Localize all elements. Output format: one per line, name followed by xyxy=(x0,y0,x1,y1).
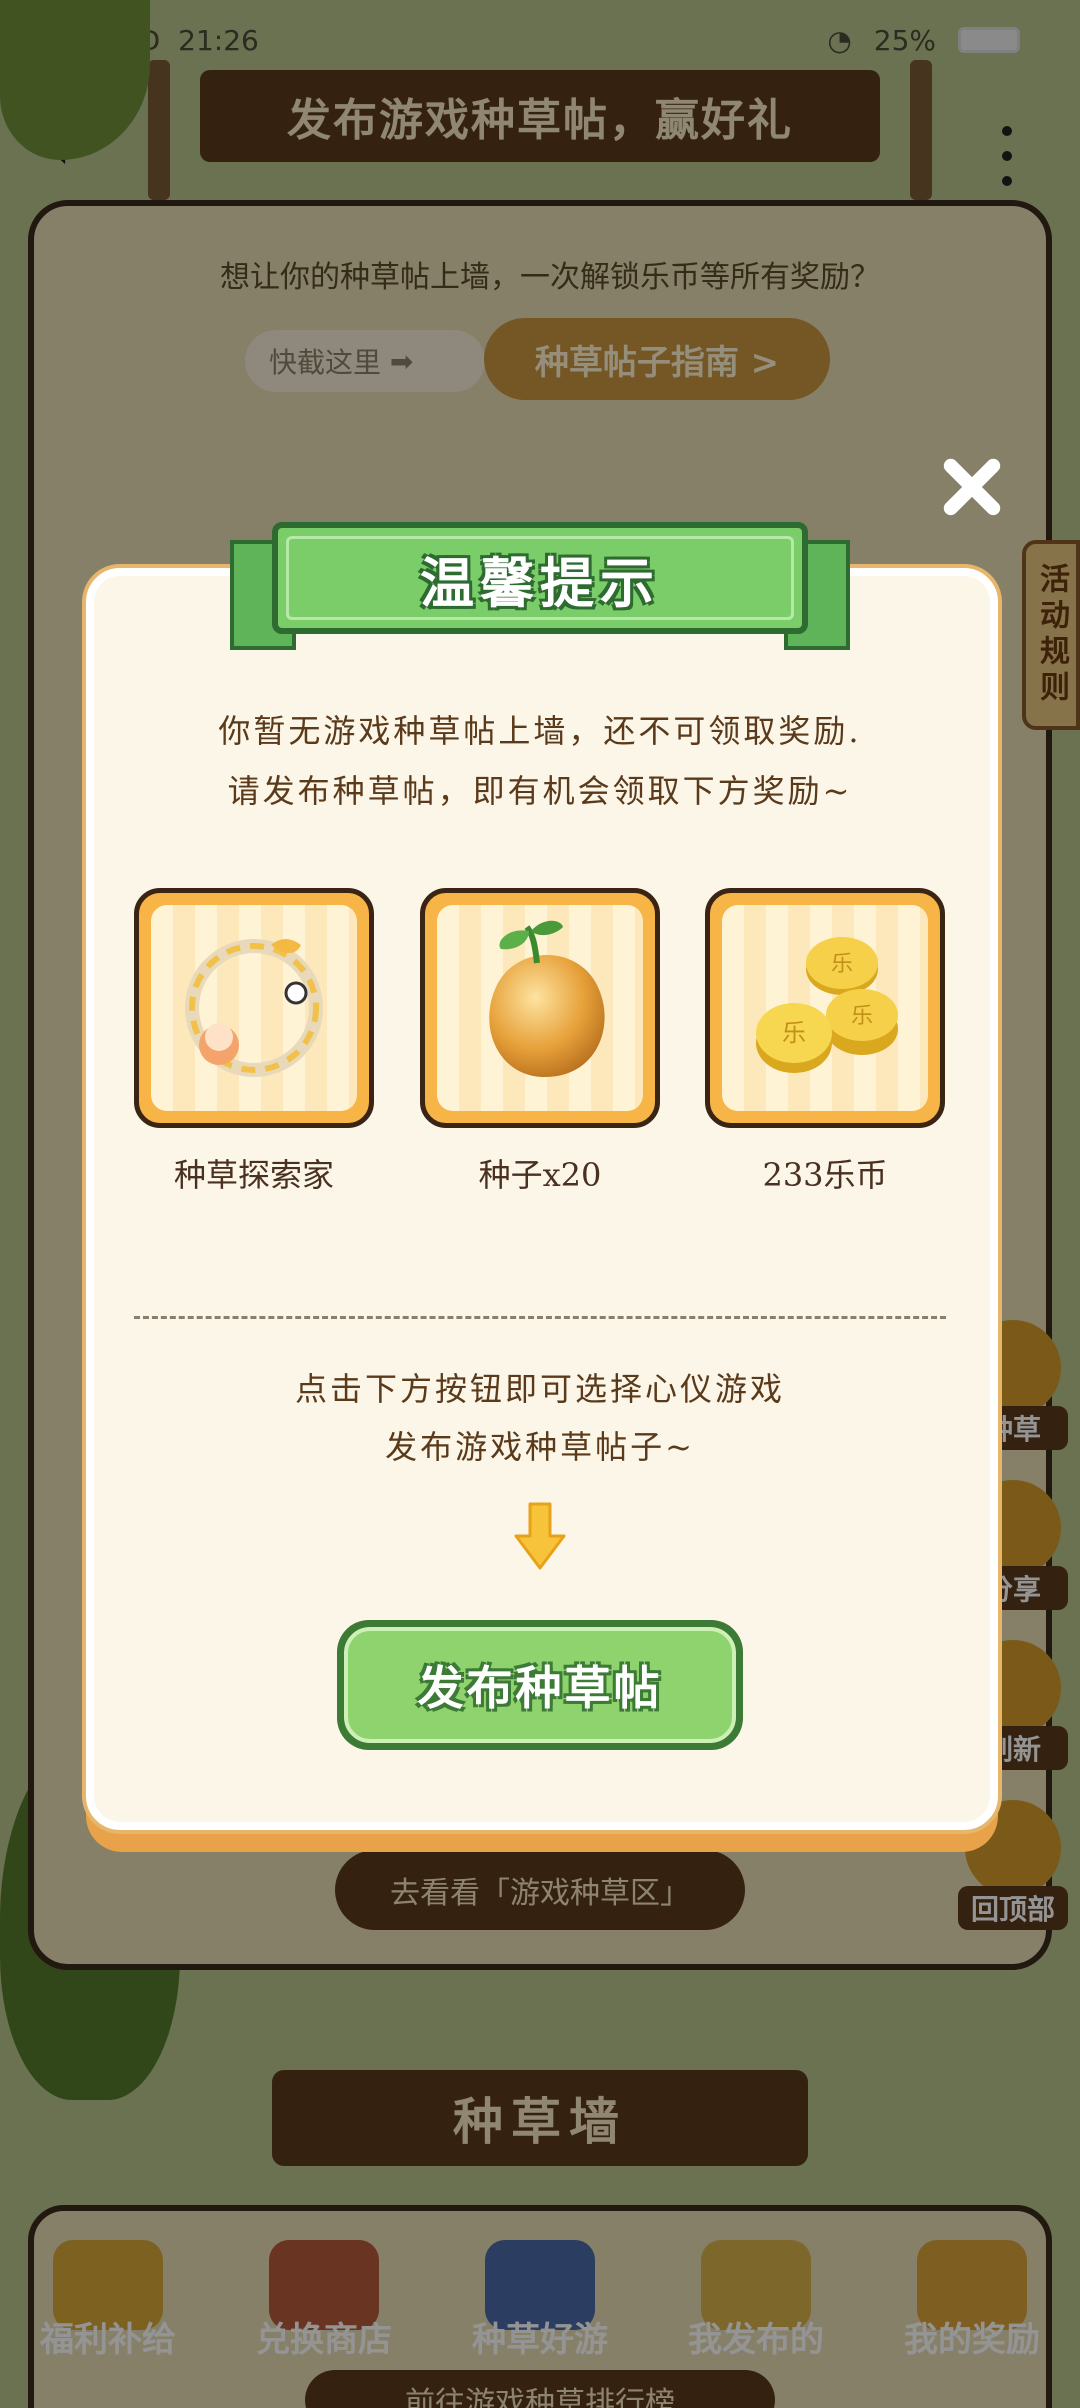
dialog-message-line1: 你暂无游戏种草帖上墙，还不可领取奖励. xyxy=(218,712,862,750)
reward-card-coins: 乐 乐 乐 xyxy=(705,888,945,1128)
publish-post-label: 发布种草帖 xyxy=(344,1627,736,1743)
avatar-frame-icon xyxy=(185,939,323,1077)
dialog-message-line2: 请发布种草帖，即有机会领取下方奖励~ xyxy=(227,772,853,810)
reward-label-frame: 种草探索家 xyxy=(173,1156,334,1194)
seed-icon xyxy=(489,920,605,1078)
arrow-down-icon xyxy=(514,1502,566,1570)
publish-post-button[interactable]: 发布种草帖 xyxy=(337,1620,743,1750)
svg-text:乐: 乐 xyxy=(782,1019,806,1047)
dialog-divider xyxy=(134,1316,946,1319)
reward-label-seed: 种子x20 xyxy=(478,1156,602,1194)
reward-card-frame xyxy=(134,888,374,1128)
reward-card-seed xyxy=(420,888,660,1128)
svg-text:乐: 乐 xyxy=(831,952,853,977)
close-icon[interactable] xyxy=(936,452,1006,522)
svg-text:乐: 乐 xyxy=(851,1004,873,1029)
dialog-hint-line2: 发布游戏种草帖子~ xyxy=(385,1428,695,1466)
dialog-title-ribbon: 温馨提示 xyxy=(272,522,808,634)
dialog-hint-line1: 点击下方按钮即可选择心仪游戏 xyxy=(294,1370,785,1408)
dialog-title: 温馨提示 xyxy=(420,551,660,615)
coins-icon: 乐 乐 乐 xyxy=(756,937,898,1073)
reward-label-coins: 233乐币 xyxy=(762,1156,888,1194)
